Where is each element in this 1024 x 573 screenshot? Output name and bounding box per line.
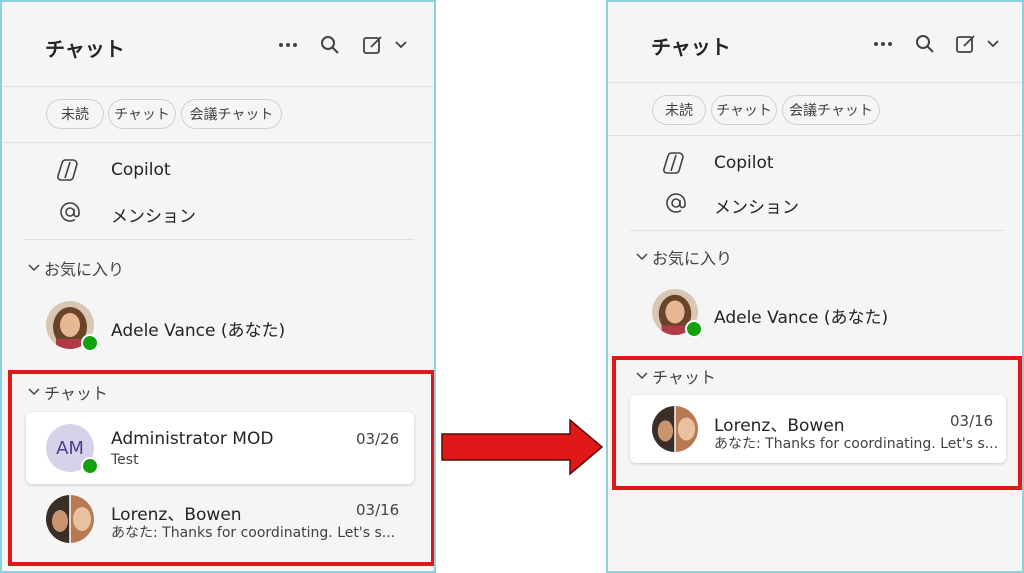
chat-panel-before: チャット 未読 チャット 会議チャット Copilot メンション お気に入り … [0, 0, 436, 573]
status-badge [81, 334, 99, 352]
search-icon[interactable] [914, 33, 936, 55]
compose-icon[interactable] [955, 33, 977, 55]
favorites-header-label: お気に入り [652, 249, 733, 268]
filter-unread[interactable]: 未読 [652, 95, 706, 125]
compose-icon[interactable] [362, 34, 384, 56]
filter-chat[interactable]: チャット [711, 95, 777, 125]
arrow-right-icon [440, 418, 604, 480]
header-divider [608, 82, 1022, 83]
filter-chat[interactable]: チャット [108, 99, 176, 129]
filter-unread[interactable]: 未読 [46, 99, 104, 129]
at-icon [58, 200, 82, 228]
chevron-down-icon [28, 264, 40, 272]
copilot-icon [663, 151, 689, 179]
status-badge [685, 320, 703, 338]
filter-meeting-chat[interactable]: 会議チャット [782, 95, 880, 125]
chevron-down-icon[interactable] [390, 34, 412, 56]
chevron-down-icon [636, 253, 648, 261]
at-icon [664, 191, 688, 219]
chat-panel-after: チャット 未読 チャット 会議チャット Copilot メンション お気に入り … [606, 0, 1024, 573]
chevron-down-icon[interactable] [982, 33, 1004, 55]
nav-copilot[interactable]: Copilot [111, 160, 171, 180]
favorite-name[interactable]: Adele Vance (あなた) [111, 316, 285, 341]
nav-copilot[interactable]: Copilot [714, 153, 774, 173]
filter-meeting-chat[interactable]: 会議チャット [181, 99, 282, 129]
highlight-box [612, 356, 1022, 490]
nav-mentions[interactable]: メンション [714, 193, 799, 218]
nav-divider [630, 230, 1004, 231]
nav-mentions[interactable]: メンション [111, 202, 196, 227]
filter-divider [2, 142, 434, 143]
copilot-icon [57, 158, 83, 186]
ellipsis-icon[interactable] [872, 33, 894, 55]
favorite-name[interactable]: Adele Vance (あなた) [714, 303, 888, 328]
filter-divider [608, 135, 1022, 136]
favorites-header[interactable]: お気に入り [28, 256, 124, 280]
page-title: チャット [651, 35, 731, 59]
favorites-header[interactable]: お気に入り [636, 245, 732, 269]
header-divider [2, 86, 434, 87]
nav-divider [24, 239, 414, 240]
highlight-box [8, 370, 434, 566]
ellipsis-icon[interactable] [277, 34, 299, 56]
search-icon[interactable] [319, 34, 341, 56]
favorites-header-label: お気に入り [44, 260, 125, 279]
page-title: チャット [45, 37, 125, 61]
